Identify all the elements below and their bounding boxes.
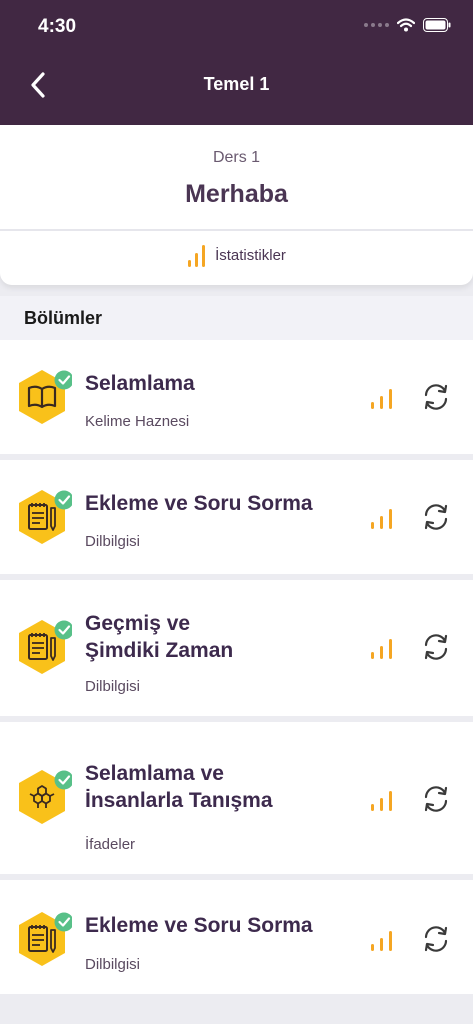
bar-chart-icon[interactable] (370, 929, 394, 951)
refresh-icon[interactable] (422, 925, 450, 953)
book-icon (19, 370, 72, 424)
item-title: Ekleme ve Soru Sorma (85, 914, 313, 937)
list-item[interactable]: Selamlama Kelime Haznesi (0, 340, 473, 454)
refresh-icon[interactable] (422, 785, 450, 813)
nav-title: Temel 1 (203, 74, 270, 94)
bar-chart-icon (188, 245, 206, 267)
battery-icon (423, 18, 451, 32)
item-title: Selamlama (85, 372, 195, 395)
statistics-label: İstatistikler (215, 246, 286, 264)
item-category: Dilbilgisi (85, 956, 141, 973)
item-category: Kelime Haznesi (85, 413, 190, 430)
divider (0, 229, 473, 231)
hexagon-grid-icon (19, 770, 72, 824)
section-header: Bölümler (0, 296, 473, 340)
lesson-subtitle: Ders 1 (212, 149, 261, 166)
bar-chart-icon[interactable] (370, 507, 394, 529)
section-title: Bölümler (24, 308, 103, 328)
list-item[interactable]: Selamlama ve İnsanlarla Tanışma İfadeler (0, 722, 473, 874)
refresh-icon[interactable] (422, 503, 450, 531)
status-time: 4:30 (38, 16, 77, 37)
status-icons (364, 18, 451, 32)
refresh-icon[interactable] (422, 633, 450, 661)
app-header: 4:30 Temel 1 (0, 0, 473, 125)
notepad-icon (19, 620, 72, 674)
lesson-title: Merhaba (185, 180, 288, 208)
notepad-icon (19, 490, 72, 544)
item-title: Selamlama ve İnsanlarla Tanışma (85, 762, 273, 812)
refresh-icon[interactable] (422, 383, 450, 411)
notepad-icon (19, 912, 72, 966)
bar-chart-icon[interactable] (370, 387, 394, 409)
wifi-icon (397, 18, 415, 32)
item-category: Dilbilgisi (85, 533, 141, 550)
bar-chart-icon[interactable] (370, 637, 394, 659)
signal-icon (364, 23, 389, 27)
lesson-card: Ders 1 Merhaba İstatistikler (0, 125, 473, 285)
item-title: Ekleme ve Soru Sorma (85, 492, 313, 515)
item-category: Dilbilgisi (85, 678, 141, 695)
list-item[interactable]: Geçmiş ve Şimdiki Zaman Dilbilgisi (0, 580, 473, 716)
statistics-button[interactable]: İstatistikler (0, 243, 473, 267)
bar-chart-icon[interactable] (370, 789, 394, 811)
item-category: İfadeler (85, 836, 136, 853)
list-item[interactable]: Ekleme ve Soru Sorma Dilbilgisi (0, 460, 473, 574)
item-title: Geçmiş ve Şimdiki Zaman (85, 612, 234, 662)
list-item[interactable]: Ekleme ve Soru Sorma Dilbilgisi (0, 880, 473, 994)
